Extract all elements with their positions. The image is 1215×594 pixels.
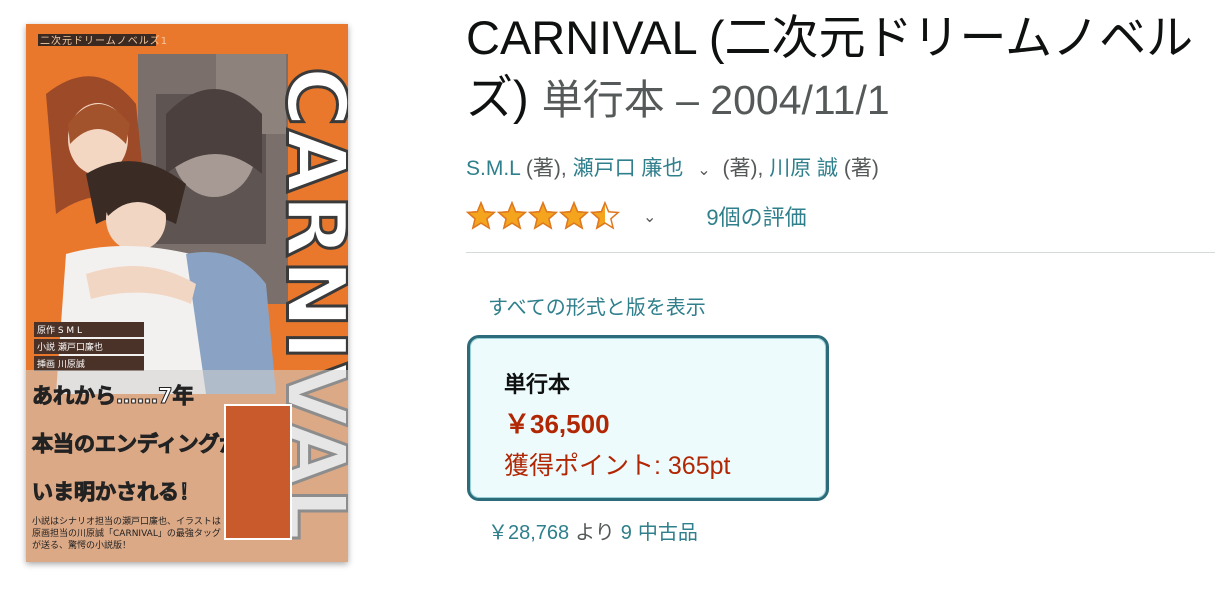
cover-credit-line: 原作 S M L — [34, 322, 144, 337]
author-link[interactable]: 瀬戸口 廉也 — [573, 157, 684, 180]
product-title-block: CARNIVAL (二次元ドリームノベルズ) 単行本 – 2004/11/1 — [466, 8, 1206, 130]
cover-credit-line: 挿画 川原誠 — [34, 356, 144, 371]
used-from-label: より — [575, 522, 615, 544]
author-role: (著) — [843, 157, 879, 180]
star-half-icon — [590, 201, 620, 230]
format-option-selected[interactable]: 単行本 ￥36,500 獲得ポイント: 365pt — [467, 335, 829, 501]
used-condition-label[interactable]: 中古品 — [638, 522, 698, 544]
cover-series-label: 二次元ドリームノベルズ1 — [40, 36, 169, 47]
section-divider — [466, 252, 1215, 253]
format-name: 単行本 — [504, 373, 571, 398]
chevron-down-icon[interactable]: ⌄ — [697, 162, 710, 179]
author-link[interactable]: S.M.L — [466, 157, 520, 180]
binding-and-date: 単行本 – 2004/11/1 — [541, 77, 890, 123]
used-price[interactable]: ￥28,768 — [488, 522, 569, 544]
author-role: (著), — [722, 157, 764, 180]
star-full-icon — [528, 201, 558, 230]
cover-tagline-line: いま明かされる！ — [32, 480, 201, 505]
cover-tagline-line: 本当のエンディングが — [32, 432, 242, 457]
cover-blurb-line: が送る、驚愕の小説版！ — [32, 541, 132, 551]
cover-credits: 原作 S M L 小説 瀬戸口廉也 挿画 川原誠 — [34, 322, 144, 373]
author-link[interactable]: 川原 誠 — [769, 157, 838, 180]
author-byline: S.M.L (著), 瀬戸口 廉也 ⌄ (著), 川原 誠 (著) — [466, 152, 879, 182]
all-formats-link[interactable]: すべての形式と版を表示 — [488, 291, 706, 320]
rating-row: ⌄ 9個の評価 — [466, 198, 886, 234]
format-price: ￥36,500 — [504, 409, 610, 439]
book-cover-image[interactable]: 二次元ドリームノベルズ1 CARNIVAL 原作 S M L 小説 瀬戸口廉也 … — [26, 24, 348, 562]
star-full-icon — [559, 201, 589, 230]
cover-tagline-line: あれから……7年 — [32, 384, 195, 409]
cover-blurb: 小説はシナリオ担当の瀬戸口廉也、イラストは 原画担当の川原誠「CARNIVAL」… — [32, 516, 232, 552]
chevron-down-icon[interactable]: ⌄ — [643, 207, 656, 226]
cover-credit-line: 小説 瀬戸口廉也 — [34, 339, 144, 354]
used-count[interactable]: 9 — [621, 522, 632, 544]
star-full-icon — [497, 201, 527, 230]
author-role: (著), — [525, 157, 567, 180]
star-full-icon — [466, 201, 496, 230]
used-offer[interactable]: ￥28,768 より 9 中古品 — [488, 516, 698, 545]
ratings-count-link[interactable]: 9個の評価 — [706, 200, 806, 232]
cover-inset-illustration — [224, 404, 292, 540]
cover-blurb-line: 原画担当の川原誠「CARNIVAL」の最強タッグ — [32, 529, 221, 539]
cover-blurb-line: 小説はシナリオ担当の瀬戸口廉也、イラストは — [32, 517, 221, 527]
format-points: 獲得ポイント: 365pt — [504, 452, 731, 480]
star-rating[interactable] — [466, 201, 621, 231]
